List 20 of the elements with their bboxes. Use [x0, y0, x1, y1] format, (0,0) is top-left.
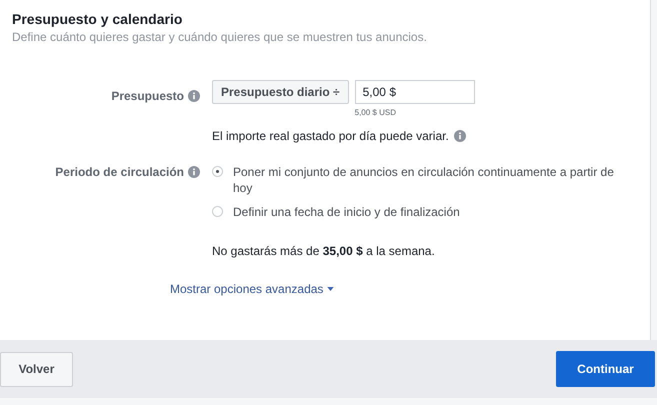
budget-note: El importe real gastado por día puede variar. [212, 128, 449, 144]
radio-label[interactable]: Poner mi conjunto de anuncios en circulación continuamente a partir de hoy [233, 164, 623, 196]
info-icon[interactable] [188, 90, 200, 102]
radio-button[interactable] [212, 166, 223, 177]
info-icon[interactable] [454, 130, 466, 142]
budget-type-select[interactable]: Presupuesto diario ÷ [212, 80, 349, 104]
radio-button[interactable] [212, 206, 223, 217]
continue-button[interactable]: Continuar [556, 351, 655, 387]
field-label: Presupuesto [111, 88, 184, 104]
info-icon[interactable] [188, 166, 200, 178]
amount-field[interactable]: 5,00 $ [354, 80, 475, 104]
weekly-spend-note: No gastarás más de 35,00 $ a la semana. [212, 244, 435, 258]
radio-label[interactable]: Definir una fecha de inicio y de finalización [233, 204, 623, 220]
amount-hint: 5,00 $ USD [354, 108, 396, 117]
section-subtitle: Define cuánto quieres gastar y cuándo quieres que se muestren tus anuncios. [12, 29, 428, 45]
caret-icon [327, 287, 334, 291]
advanced-options-link[interactable]: Mostrar opciones avanzadas [170, 282, 324, 296]
field-label: Periodo de circulación [55, 164, 184, 180]
section-title: Presupuesto y calendario [12, 10, 184, 28]
back-button[interactable]: Volver [0, 352, 73, 386]
